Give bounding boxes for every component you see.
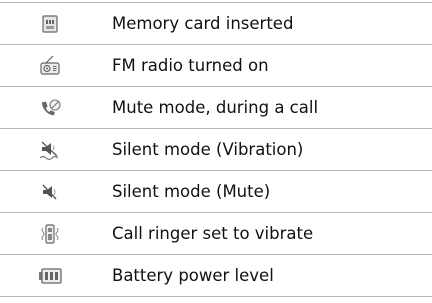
table-row-vibrate-ringer: Call ringer set to vibrate	[0, 212, 432, 254]
row-label: Silent mode (Vibration)	[112, 140, 304, 159]
row-label: Battery power level	[112, 266, 274, 285]
row-label: Silent mode (Mute)	[112, 182, 271, 201]
table-row-silent-mute: Silent mode (Mute)	[0, 170, 432, 212]
silent-vibration-icon	[38, 138, 62, 162]
mute-call-icon	[38, 96, 62, 120]
table-row-memory-card: Memory card inserted	[0, 2, 432, 44]
status-icon-table: Memory card inserted FM radio turned on	[0, 2, 432, 297]
battery-icon	[38, 264, 62, 288]
vibrate-ringer-icon	[38, 222, 62, 246]
silent-mute-icon	[38, 180, 62, 204]
memory-card-icon	[38, 12, 62, 36]
row-label: FM radio turned on	[112, 56, 269, 75]
table-row-mute-call: Mute mode, during a call	[0, 86, 432, 128]
row-label: Memory card inserted	[112, 14, 294, 33]
row-label: Call ringer set to vibrate	[112, 224, 314, 243]
table-row-fm-radio: FM radio turned on	[0, 44, 432, 86]
row-label: Mute mode, during a call	[112, 98, 319, 117]
fm-radio-icon	[38, 54, 62, 78]
table-row-battery: Battery power level	[0, 254, 432, 297]
table-row-silent-vibration: Silent mode (Vibration)	[0, 128, 432, 170]
